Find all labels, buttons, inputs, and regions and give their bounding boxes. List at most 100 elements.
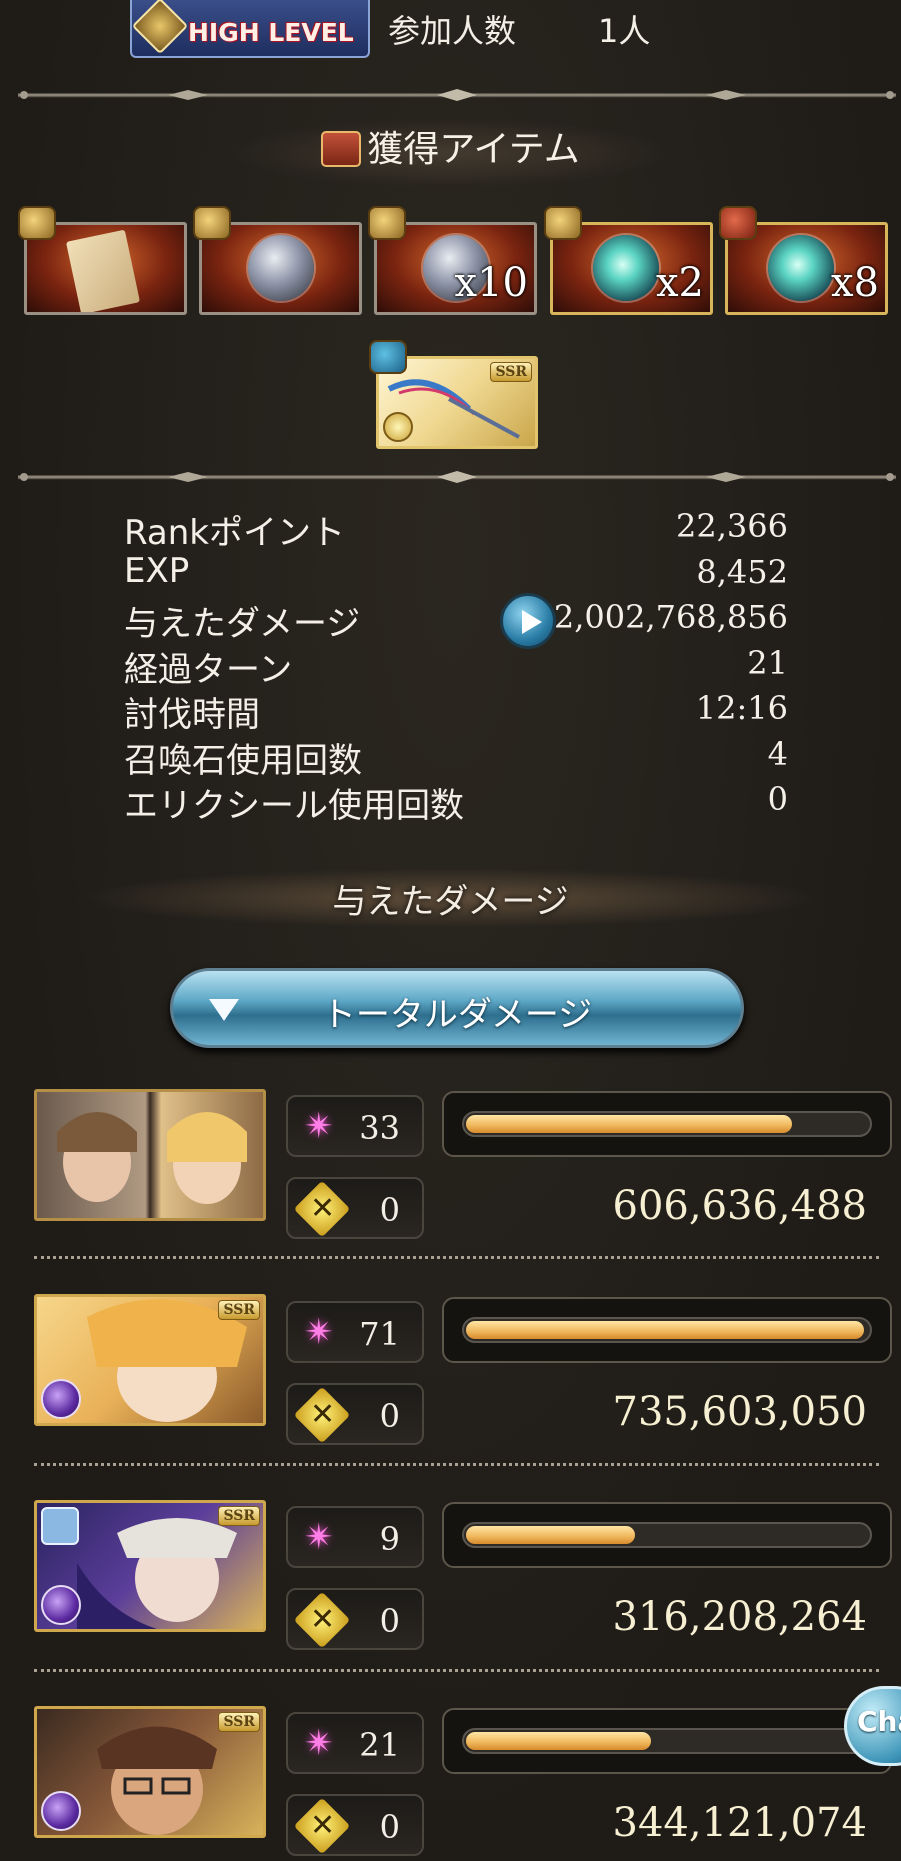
ring-icon [41,1507,79,1545]
stat-value-exp: 8,452 [696,553,788,591]
ougi-count: 0 [379,1191,400,1229]
damage-bar-fill [466,1321,864,1339]
skill-count-chip: ✴ 71 [286,1301,424,1363]
damage-bar-track [462,1728,872,1754]
dark-element-icon [41,1379,81,1419]
character-portrait[interactable] [34,1089,266,1221]
gold-chest-icon [193,206,231,240]
character-damage: 316,208,264 [612,1594,867,1640]
ornate-divider [18,471,896,483]
ougi-count: 0 [379,1397,400,1435]
participants-label: 参加人数 [388,12,517,50]
stat-label-turns: 経過ターン [124,650,293,690]
stat-value-rank-points: 22,366 [676,507,788,545]
dropdown-label: トータルダメージ [321,995,593,1035]
chat-button-clip: Cha [840,1680,901,1776]
emblem-icon [131,0,189,55]
blue-chest-icon [369,340,407,374]
ougi-mark-icon: ✕ [310,1602,336,1637]
stat-label-summons-used: 召喚石使用回数 [124,741,362,781]
damage-bar-track [462,1111,872,1137]
character-art [57,1112,247,1204]
skill-count-chip: ✴ 21 [286,1712,424,1774]
damage-bar-fill [466,1115,792,1133]
skill-count: 21 [359,1726,400,1764]
item-qty: x2 [655,260,704,306]
damage-heading: 与えたダメージ [332,882,569,922]
plus-badge-icon [383,412,413,442]
participants-value: 1人 [598,12,651,50]
dark-element-icon [41,1791,81,1831]
skill-count-chip: ✴ 33 [286,1095,424,1157]
total-damage-dropdown[interactable]: トータルダメージ [170,968,744,1048]
damage-bar-frame [442,1708,892,1774]
damage-bar-fill [466,1732,651,1750]
ougi-count-chip: ✕ 0 [286,1588,424,1650]
skill-count: 9 [379,1520,400,1558]
ornate-divider [18,89,896,101]
dark-element-icon [41,1585,81,1625]
stat-label-elixirs-used: エリクシール使用回数 [124,786,464,826]
treasure-chest-icon [321,131,362,167]
scroll-icon [65,229,141,312]
items-heading: 獲得アイテム [0,120,901,172]
green-orb-icon [593,235,659,301]
stat-label-damage: 与えたダメージ [124,604,361,644]
sparkle-icon: ✴ [304,1723,335,1764]
damage-bar-fill [466,1526,635,1544]
stat-label-exp: EXP [124,551,190,591]
ssr-badge: SSR [218,1300,260,1320]
row-separator [34,1256,879,1259]
sparkle-icon: ✴ [304,1517,335,1558]
damage-bar-frame [442,1502,892,1568]
stat-value-turns: 21 [747,644,788,682]
damage-bar-frame [442,1297,892,1363]
green-orb-icon [768,235,834,301]
play-icon [522,610,542,634]
item-qty: x10 [454,260,528,306]
ssr-badge: SSR [490,362,532,382]
skill-count-chip: ✴ 9 [286,1506,424,1568]
red-chest-icon [719,206,757,240]
character-damage: 606,636,488 [612,1183,867,1229]
ougi-mark-icon: ✕ [310,1808,336,1843]
chat-button-label: Cha [857,1705,901,1738]
ougi-mark-icon: ✕ [310,1191,336,1226]
gold-chest-icon [544,206,582,240]
stat-value-summons-used: 4 [767,735,788,773]
stat-label-time: 討伐時間 [124,695,260,735]
damage-bar-track [462,1317,872,1343]
stat-value-elixirs-used: 0 [767,780,788,818]
ougi-count: 0 [379,1602,400,1640]
gold-chest-icon [368,206,406,240]
character-portrait[interactable]: SSR [34,1500,266,1632]
items-heading-text: 獲得アイテム [367,129,580,170]
stat-value-time: 12:16 [695,689,788,727]
gold-chest-icon [18,206,56,240]
character-damage: 344,121,074 [612,1800,867,1846]
character-portrait[interactable]: SSR [34,1294,266,1426]
stat-value-damage: 2,002,768,856 [553,598,788,636]
row-separator [34,1463,879,1466]
damage-bar-track [462,1522,872,1548]
silver-orb-icon [248,235,314,301]
character-portrait[interactable]: SSR [34,1706,266,1838]
ougi-count-chip: ✕ 0 [286,1794,424,1856]
ougi-count-chip: ✕ 0 [286,1177,424,1239]
skill-count: 33 [359,1109,400,1147]
ssr-badge: SSR [218,1712,260,1732]
ssr-badge: SSR [218,1506,260,1526]
stat-label-rank-points: Rankポイント [124,513,345,553]
chat-button[interactable]: Cha [844,1686,901,1766]
sparkle-icon: ✴ [304,1312,335,1353]
ougi-count-chip: ✕ 0 [286,1383,424,1445]
ougi-mark-icon: ✕ [310,1397,336,1432]
high-level-text: HIGH LEVEL [188,18,354,47]
play-button[interactable] [500,593,556,649]
character-damage: 735,603,050 [612,1389,867,1435]
row-separator [34,1669,879,1672]
item-qty: x8 [830,260,879,306]
skill-count: 71 [359,1315,400,1353]
sparkle-icon: ✴ [304,1106,335,1147]
damage-bar-frame [442,1091,892,1157]
